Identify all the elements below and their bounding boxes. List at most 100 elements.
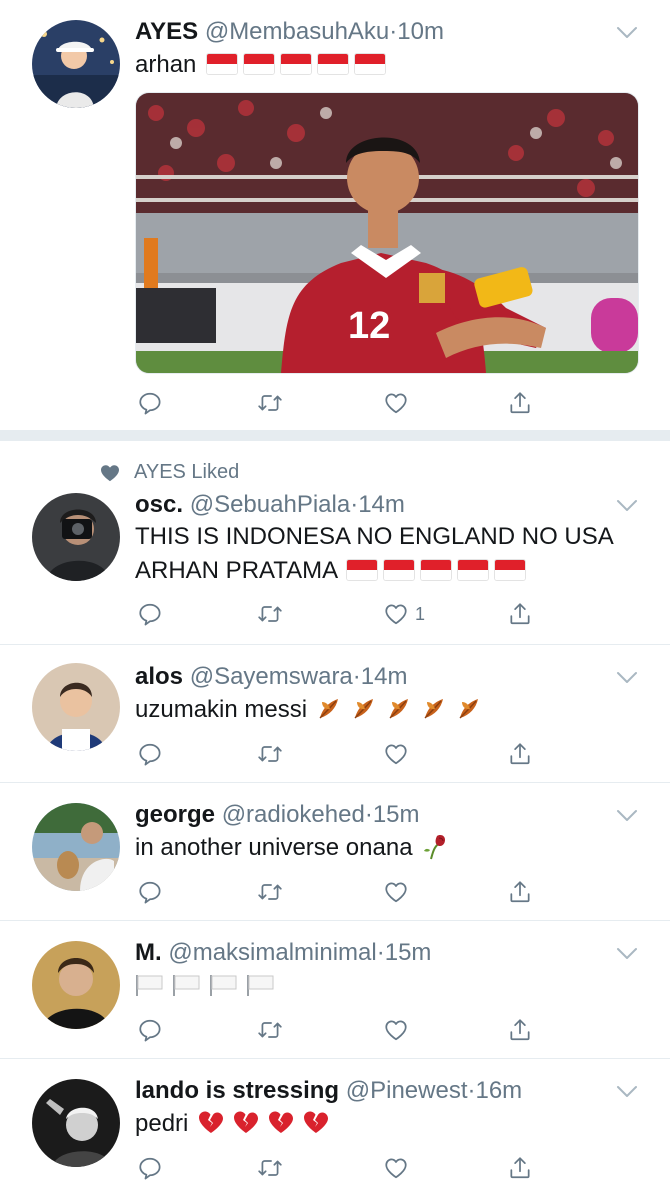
share-button[interactable] <box>507 1153 533 1183</box>
tweet-text: pedri <box>135 1107 645 1141</box>
white-flag-emoji <box>135 974 165 996</box>
user-handle[interactable]: @MembasuhAku <box>205 18 389 45</box>
reply-button[interactable] <box>137 388 163 418</box>
avatar[interactable] <box>32 803 120 891</box>
share-button[interactable] <box>507 739 533 769</box>
tweet-actions <box>135 877 535 907</box>
tweet-actions <box>135 1015 535 1045</box>
share-button[interactable] <box>507 1015 533 1045</box>
tweet-photo[interactable]: 12 <box>135 92 639 374</box>
like-button[interactable]: 1 <box>383 599 425 629</box>
tweet-header: george @radiokehed·15m <box>135 800 420 830</box>
indonesia-flag-emoji <box>458 560 489 580</box>
avatar[interactable] <box>32 20 120 108</box>
like-button[interactable] <box>383 1153 409 1183</box>
retweet-button[interactable] <box>257 1015 283 1045</box>
like-icon <box>383 879 409 905</box>
reply-button[interactable] <box>137 739 163 769</box>
tweet-6[interactable]: lando is stressing @Pinewest·16m pedri <box>0 1059 670 1200</box>
tweet-2[interactable]: AYES Liked osc. @SebuahPiala·14m THIS IS… <box>0 441 670 645</box>
like-icon <box>383 1155 409 1181</box>
chevron-down-icon[interactable] <box>616 809 638 823</box>
social-context: AYES Liked <box>100 461 239 484</box>
tweet-3[interactable]: alos @Sayemswara·14m uzumakin messi <box>0 645 670 783</box>
broken-heart-emoji <box>267 1108 295 1136</box>
retweet-button[interactable] <box>257 877 283 907</box>
fallen-leaf-emoji <box>351 694 379 722</box>
display-name[interactable]: AYES <box>135 18 198 45</box>
tweet-text: THIS IS INDONESA NO ENGLAND NO USA ARHAN… <box>135 520 645 588</box>
timestamp[interactable]: 14m <box>361 663 408 690</box>
tweet-text-content: arhan <box>135 51 197 78</box>
like-icon <box>383 390 409 416</box>
user-handle[interactable]: @Pinewest <box>346 1077 468 1104</box>
user-handle[interactable]: @radiokehed <box>222 801 365 828</box>
tweet-header: alos @Sayemswara·14m <box>135 662 407 692</box>
timestamp[interactable]: 15m <box>385 939 432 966</box>
tweet-header: lando is stressing @Pinewest·16m <box>135 1076 522 1106</box>
share-icon <box>507 1017 533 1043</box>
timestamp[interactable]: 10m <box>397 18 444 45</box>
reply-button[interactable] <box>137 877 163 907</box>
display-name[interactable]: osc. <box>135 491 183 518</box>
chevron-down-icon[interactable] <box>616 26 638 40</box>
share-button[interactable] <box>507 599 533 629</box>
avatar[interactable] <box>32 941 120 1029</box>
share-button[interactable] <box>507 388 533 418</box>
fallen-leaf-emoji <box>386 694 414 722</box>
user-handle[interactable]: @SebuahPiala <box>190 491 350 518</box>
timestamp[interactable]: 14m <box>358 491 405 518</box>
section-separator <box>0 431 670 441</box>
tweet-5[interactable]: M. @maksimalminimal·15m <box>0 921 670 1059</box>
tweet-4[interactable]: george @radiokehed·15m in another univer… <box>0 783 670 921</box>
reply-button[interactable] <box>137 1153 163 1183</box>
tweet-1[interactable]: AYES @MembasuhAku·10m arhan 12 <box>0 0 670 431</box>
separator-dot: · <box>364 801 373 828</box>
display-name[interactable]: alos <box>135 663 183 690</box>
chevron-down-icon[interactable] <box>616 499 638 513</box>
share-icon <box>507 601 533 627</box>
white-flag-emoji <box>172 974 202 996</box>
like-button[interactable] <box>383 877 409 907</box>
user-handle[interactable]: @maksimalminimal <box>168 939 376 966</box>
tweet-header: AYES @MembasuhAku·10m <box>135 17 444 47</box>
retweet-button[interactable] <box>257 599 283 629</box>
tweet-header: osc. @SebuahPiala·14m <box>135 490 405 520</box>
share-icon <box>507 390 533 416</box>
broken-heart-emoji-group <box>197 1110 337 1137</box>
reply-button[interactable] <box>137 1015 163 1045</box>
tweet-text-content: ARHAN PRATAMA <box>135 557 337 584</box>
reply-icon <box>137 1017 163 1043</box>
avatar[interactable] <box>32 493 120 581</box>
retweet-button[interactable] <box>257 1153 283 1183</box>
indonesia-flag-emoji <box>281 54 312 74</box>
broken-heart-emoji <box>302 1108 330 1136</box>
tweet-actions <box>135 1153 535 1183</box>
timestamp[interactable]: 16m <box>475 1077 522 1104</box>
display-name[interactable]: george <box>135 801 215 828</box>
like-button[interactable] <box>383 388 409 418</box>
fallen-leaf-emoji <box>421 694 449 722</box>
liked-by-label[interactable]: AYES Liked <box>134 461 239 484</box>
display-name[interactable]: M. <box>135 939 162 966</box>
reply-icon <box>137 390 163 416</box>
chevron-down-icon[interactable] <box>616 1085 638 1099</box>
chevron-down-icon[interactable] <box>616 671 638 685</box>
reply-button[interactable] <box>137 599 163 629</box>
indonesia-flag-emoji <box>421 560 452 580</box>
retweet-button[interactable] <box>257 388 283 418</box>
user-handle[interactable]: @Sayemswara <box>190 663 353 690</box>
chevron-down-icon[interactable] <box>616 947 638 961</box>
wilted-flower-emoji <box>421 832 449 860</box>
display-name[interactable]: lando is stressing <box>135 1077 339 1104</box>
avatar[interactable] <box>32 1079 120 1167</box>
retweet-button[interactable] <box>257 739 283 769</box>
like-button[interactable] <box>383 1015 409 1045</box>
like-button[interactable] <box>383 739 409 769</box>
fallen-leaf-emoji <box>456 694 484 722</box>
fallen-leaf-emoji-group <box>316 696 491 723</box>
share-button[interactable] <box>507 877 533 907</box>
timestamp[interactable]: 15m <box>373 801 420 828</box>
avatar[interactable] <box>32 663 120 751</box>
retweet-icon <box>257 741 283 767</box>
